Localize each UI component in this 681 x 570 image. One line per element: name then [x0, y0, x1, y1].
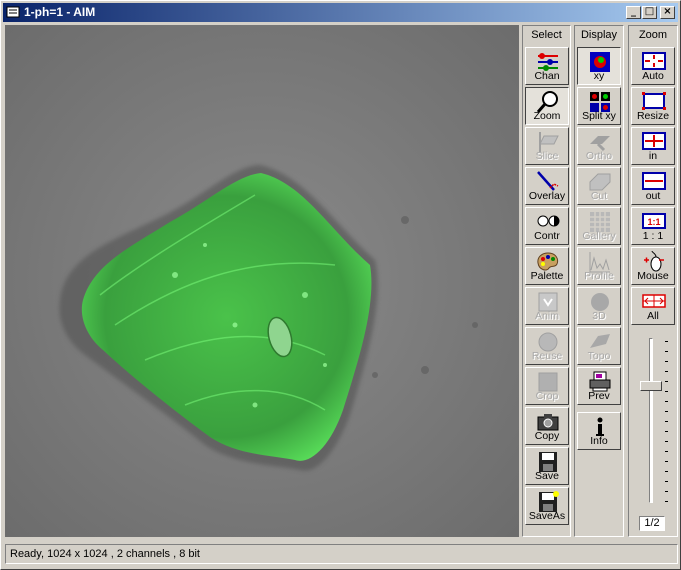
image-viewer[interactable] [5, 25, 519, 537]
anim-label: Anim [535, 310, 559, 322]
slice-button[interactable]: Slice [525, 127, 569, 165]
zoom-slider-tick [665, 341, 668, 342]
gallery-button[interactable]: Gallery [577, 207, 621, 245]
zoom-all-button[interactable]: All [631, 287, 675, 325]
zoom-mouse-button[interactable]: Mouse [631, 247, 675, 285]
crop-button[interactable]: Crop [525, 367, 569, 405]
zoom-auto-label: Auto [642, 70, 664, 82]
zoom-out-label: out [645, 190, 661, 202]
chan-label: Chan [534, 70, 560, 82]
microscopy-image [5, 25, 519, 537]
copy-button[interactable]: Copy [525, 407, 569, 445]
zoom-slider-track[interactable] [649, 338, 653, 503]
zoom-slider-tick [665, 431, 668, 432]
zoom-slider-tick [665, 481, 668, 482]
zoom-slider-thumb[interactable] [640, 381, 662, 391]
title-bar[interactable]: 1-ph=1 - AIM _ □ × [3, 3, 678, 22]
zoom-one-to-one-icon-text: 1:1 [647, 217, 660, 227]
split-xy-label: Split xy [582, 110, 616, 122]
contr-label: Contr [534, 230, 560, 242]
zoom-out-button[interactable]: out [631, 167, 675, 205]
split-xy-button[interactable]: Split xy [577, 87, 621, 125]
zoom-one-to-one-button[interactable]: 1:1 1 : 1 [631, 207, 675, 245]
saveas-button[interactable]: SaveAs [525, 487, 569, 525]
xy-button[interactable]: xy [577, 47, 621, 85]
save-button[interactable]: Save [525, 447, 569, 485]
zoom-slider-tick [665, 491, 668, 492]
zoom-slider-tick [665, 401, 668, 402]
zoom-panel-header: Zoom [638, 29, 668, 41]
select-panel: Select Chan Zoom Slice Overlay Contr Pal… [522, 25, 571, 537]
3d-button[interactable]: 3D [577, 287, 621, 325]
zoom-auto-button[interactable]: Auto [631, 47, 675, 85]
zoom-mouse-label: Mouse [637, 270, 669, 282]
status-text: Ready, 1024 x 1024 , 2 channels , 8 bit [10, 548, 200, 560]
palette-button[interactable]: Palette [525, 247, 569, 285]
crop-label: Crop [535, 390, 559, 402]
topo-button[interactable]: Topo [577, 327, 621, 365]
close-button[interactable]: × [660, 6, 675, 19]
display-panel-header: Display [580, 29, 618, 41]
cut-label: Cut [590, 190, 608, 202]
palette-label: Palette [530, 270, 564, 282]
ortho-label: Ortho [585, 150, 613, 162]
zoom-slider-tick [665, 461, 668, 462]
zoom-panel: Zoom Auto Resize in out 1:1 1: 1 Mouse … [628, 25, 678, 537]
window-title: 1-ph=1 - AIM [24, 5, 96, 19]
save-label: Save [535, 470, 559, 482]
profile-label: Profile [584, 270, 614, 282]
maximize-button[interactable]: □ [642, 6, 657, 19]
overlay-button[interactable]: Overlay [525, 167, 569, 205]
reuse-label: Reuse [531, 350, 563, 362]
gallery-label: Gallery [582, 230, 616, 242]
topo-label: Topo [587, 350, 611, 362]
prev-button[interactable]: Prev [577, 367, 621, 405]
saveas-label: SaveAs [528, 510, 566, 522]
zoom-slider-tick [665, 471, 668, 472]
contr-button[interactable]: Contr [525, 207, 569, 245]
zoom-slider-tick [665, 361, 668, 362]
info-button[interactable]: Info [577, 412, 621, 450]
zoom-resize-label: Resize [636, 110, 670, 122]
zoom-slider-tick [665, 371, 668, 372]
app-icon [6, 6, 20, 18]
minimize-button[interactable]: _ [626, 6, 641, 19]
xy-label: xy [593, 70, 605, 82]
zoom-in-button[interactable]: in [631, 127, 675, 165]
app-window: 1-ph=1 - AIM _ □ × Select Chan Zoom Slic… [0, 0, 681, 570]
zoom-slider-tick [665, 351, 668, 352]
zoom-value: 1/2 [639, 516, 665, 531]
3d-label: 3D [592, 310, 606, 322]
zoom-all-label: All [647, 310, 659, 322]
info-label: Info [590, 435, 608, 447]
zoom-slider-tick [665, 501, 668, 502]
zoom-select-button[interactable]: Zoom [525, 87, 569, 125]
zoom-slider-tick [665, 421, 668, 422]
anim-button[interactable]: Anim [525, 287, 569, 325]
display-panel: Display xy Split xy Ortho Cut Gallery Pr… [574, 25, 624, 537]
reuse-button[interactable]: Reuse [525, 327, 569, 365]
overlay-label: Overlay [528, 190, 566, 202]
copy-label: Copy [534, 430, 560, 442]
zoom-slider-tick [665, 411, 668, 412]
profile-button[interactable]: Profile [577, 247, 621, 285]
zoom-resize-button[interactable]: Resize [631, 87, 675, 125]
chan-button[interactable]: Chan [525, 47, 569, 85]
zoom-select-label: Zoom [533, 110, 561, 122]
slice-label: Slice [535, 150, 559, 162]
zoom-slider-tick [665, 381, 668, 382]
ortho-button[interactable]: Ortho [577, 127, 621, 165]
prev-label: Prev [588, 390, 610, 402]
status-bar: Ready, 1024 x 1024 , 2 channels , 8 bit [5, 544, 678, 564]
zoom-slider-tick [665, 391, 668, 392]
zoom-slider-tick [665, 451, 668, 452]
select-panel-header: Select [531, 29, 562, 41]
zoom-slider-tick [665, 441, 668, 442]
cut-button[interactable]: Cut [577, 167, 621, 205]
zoom-in-label: in [648, 150, 658, 162]
zoom-one-to-one-label: 1 : 1 [642, 230, 664, 242]
